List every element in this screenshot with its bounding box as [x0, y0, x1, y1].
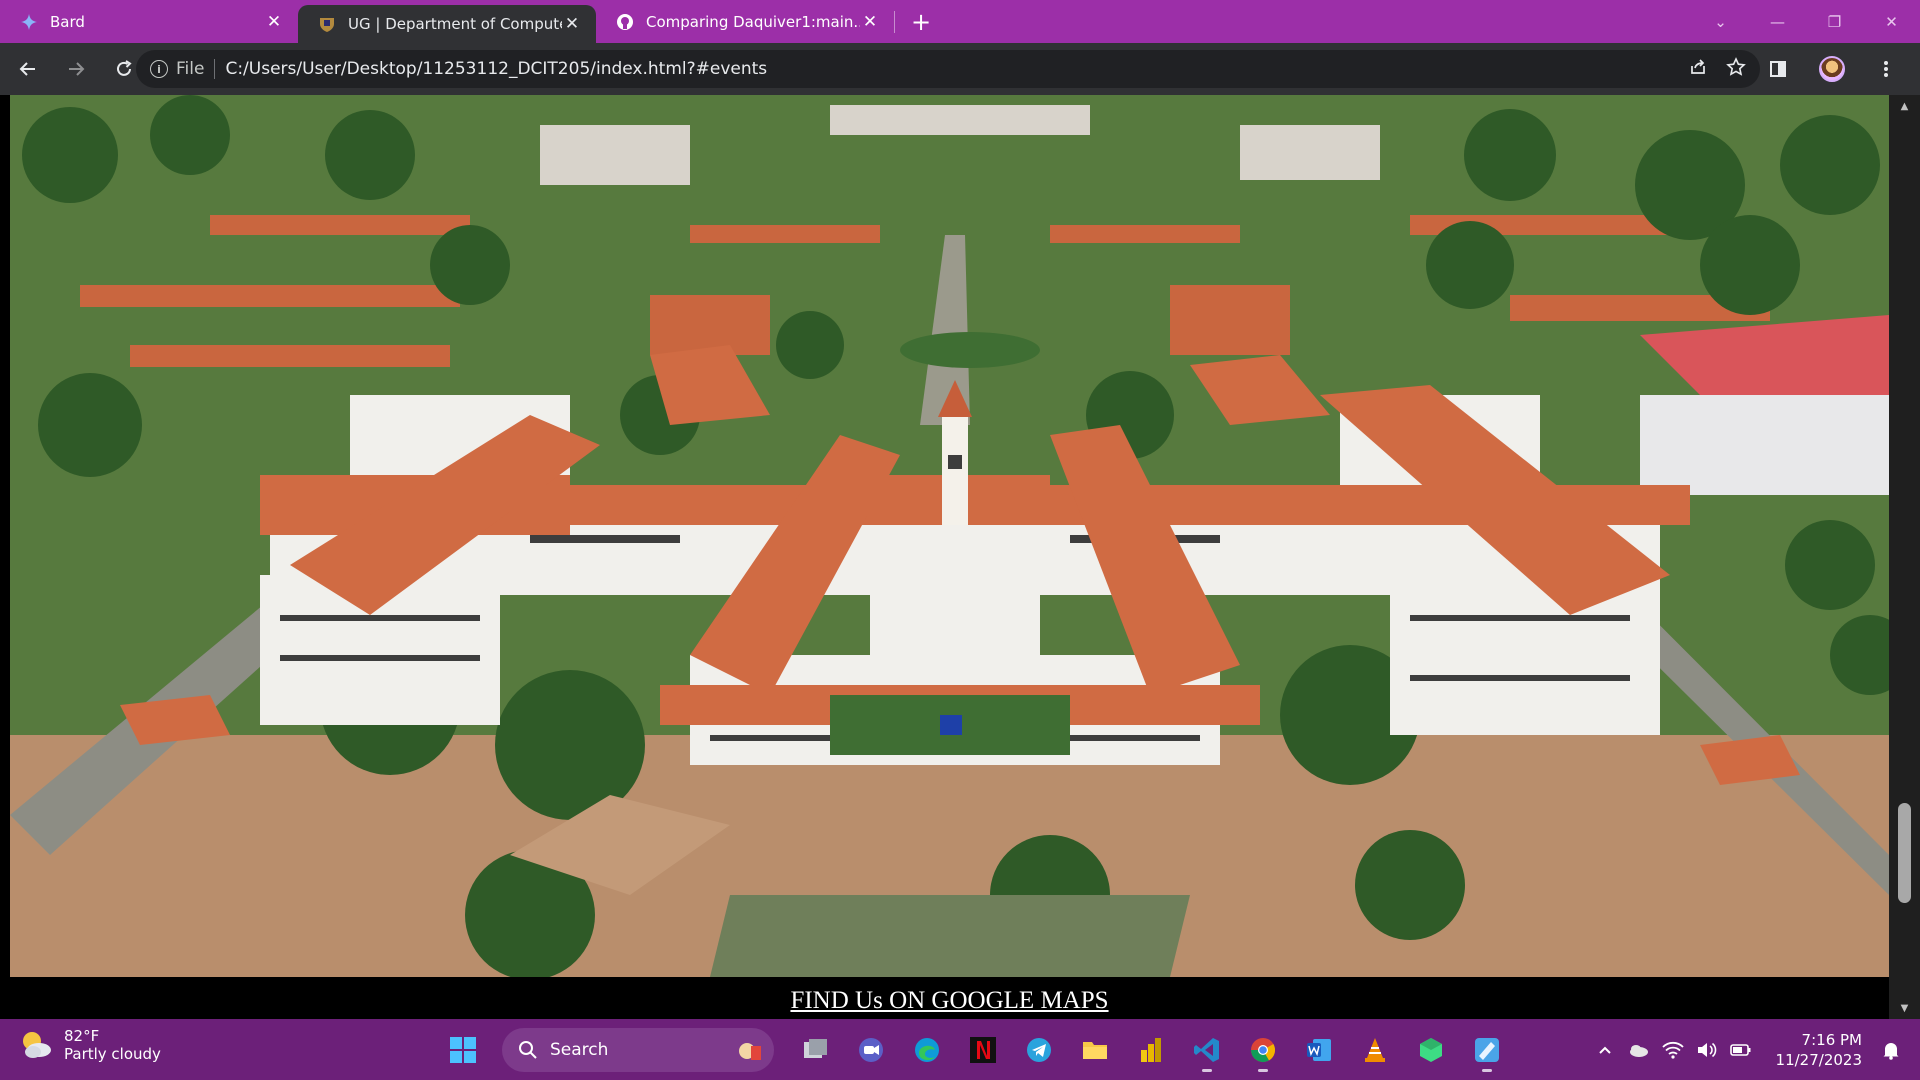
telegram-icon[interactable] — [1016, 1027, 1062, 1073]
onedrive-icon[interactable] — [1624, 1035, 1654, 1065]
map-link-bar: FIND Us ON GOOGLE MAPS — [10, 982, 1889, 1019]
word-icon[interactable] — [1296, 1027, 1342, 1073]
wifi-icon[interactable] — [1658, 1035, 1688, 1065]
close-tab-icon[interactable]: ✕ — [562, 14, 582, 34]
scrollbar-thumb[interactable] — [1898, 803, 1911, 903]
netflix-icon[interactable] — [960, 1027, 1006, 1073]
vscode-icon[interactable] — [1184, 1027, 1230, 1073]
campus-aerial-image — [10, 95, 1889, 977]
running-indicator — [1258, 1068, 1268, 1072]
taskbar-clock[interactable]: 7:16 PM 11/27/2023 — [1776, 1030, 1862, 1070]
meet-icon[interactable] — [848, 1027, 894, 1073]
clock-time: 7:16 PM — [1801, 1030, 1862, 1049]
edge-icon[interactable] — [904, 1027, 950, 1073]
window-close-icon[interactable]: ✕ — [1863, 0, 1920, 43]
tab-title: Bard — [50, 12, 85, 31]
scroll-down-icon[interactable]: ▼ — [1889, 997, 1920, 1019]
chevron-up-icon[interactable] — [1590, 1035, 1620, 1065]
tab-strip: Bard ✕ UG | Department of Computer S ✕ C… — [0, 0, 1920, 43]
window-controls: ⌄ — ❐ ✕ — [1692, 0, 1920, 43]
search-label: Search — [550, 1039, 609, 1060]
running-indicator — [1482, 1068, 1492, 1072]
clock-date: 11/27/2023 — [1775, 1050, 1862, 1069]
google-maps-link[interactable]: FIND Us ON GOOGLE MAPS — [790, 987, 1108, 1015]
task-view-icon[interactable] — [792, 1027, 838, 1073]
address-actions — [1688, 50, 1746, 88]
ug-crest-icon — [318, 15, 336, 33]
tab-bard[interactable]: Bard ✕ — [0, 0, 298, 43]
github-icon — [616, 13, 634, 31]
weather-condition: Partly cloudy — [64, 1045, 161, 1063]
profile-avatar[interactable] — [1812, 49, 1852, 89]
tab-separator — [894, 10, 895, 33]
search-icon — [519, 1040, 537, 1059]
back-icon[interactable] — [8, 49, 48, 89]
close-tab-icon[interactable]: ✕ — [264, 12, 284, 32]
page-scrollbar[interactable]: ▲ ▼ — [1889, 95, 1920, 1019]
url-text[interactable]: C:/Users/User/Desktop/11253112_DCIT205/i… — [225, 59, 767, 79]
weather-temperature: 82°F — [64, 1027, 100, 1045]
address-bar[interactable]: i File C:/Users/User/Desktop/11253112_DC… — [136, 50, 1760, 88]
android-studio-icon[interactable] — [1408, 1027, 1454, 1073]
tab-title: UG | Department of Computer S — [348, 15, 562, 33]
bard-icon — [20, 13, 38, 31]
battery-icon[interactable] — [1726, 1035, 1756, 1065]
campus-illustration — [10, 95, 1889, 977]
vlc-icon[interactable] — [1352, 1027, 1398, 1073]
taskbar-apps: Search — [440, 1019, 1510, 1080]
bookmark-star-icon[interactable] — [1726, 56, 1746, 82]
tab-github-compare[interactable]: Comparing Daquiver1:main...Dzi ✕ — [596, 0, 894, 43]
power-bi-icon[interactable] — [1128, 1027, 1174, 1073]
system-tray: 7:16 PM 11/27/2023 — [1590, 1019, 1920, 1080]
weather-widget[interactable]: 82°F Partly cloudy — [18, 1027, 161, 1063]
tab-search-icon[interactable]: ⌄ — [1692, 0, 1749, 43]
taskbar-search-box[interactable]: Search — [502, 1027, 774, 1072]
tab-title: Comparing Daquiver1:main...Dzi — [646, 12, 860, 31]
restore-icon[interactable]: ❐ — [1806, 0, 1863, 43]
forward-icon[interactable] — [56, 49, 96, 89]
search-highlight-icon — [739, 1042, 761, 1060]
scheme-label: File — [176, 59, 205, 79]
address-divider — [214, 59, 216, 79]
chrome-icon[interactable] — [1240, 1027, 1286, 1073]
gimp-icon[interactable] — [1464, 1027, 1510, 1073]
search-highlight-icons — [736, 1037, 762, 1063]
minimize-icon[interactable]: — — [1749, 0, 1806, 43]
share-icon[interactable] — [1688, 57, 1708, 82]
close-tab-icon[interactable]: ✕ — [860, 12, 880, 32]
tab-ug-department[interactable]: UG | Department of Computer S ✕ — [298, 5, 596, 43]
notification-bell-icon[interactable] — [1876, 1035, 1906, 1065]
start-icon[interactable] — [440, 1027, 486, 1073]
browser-toolbar: i File C:/Users/User/Desktop/11253112_DC… — [0, 43, 1920, 95]
avatar — [1819, 56, 1845, 82]
side-panel-icon[interactable] — [1758, 49, 1798, 89]
partly-cloudy-icon — [18, 1027, 54, 1063]
toolbar-right — [1758, 43, 1920, 95]
scroll-up-icon[interactable]: ▲ — [1889, 95, 1920, 117]
page-viewport: FIND Us ON GOOGLE MAPS ▲ ▼ — [0, 95, 1920, 1019]
new-tab-button[interactable]: + — [901, 0, 941, 43]
running-indicator — [1202, 1068, 1212, 1072]
file-explorer-icon[interactable] — [1072, 1027, 1118, 1073]
volume-icon[interactable] — [1692, 1035, 1722, 1065]
windows-taskbar: 82°F Partly cloudy Search 7:16 PM 11/27/… — [0, 1019, 1920, 1080]
menu-kebab-icon[interactable] — [1866, 49, 1906, 89]
site-info-icon[interactable]: i — [150, 60, 168, 78]
